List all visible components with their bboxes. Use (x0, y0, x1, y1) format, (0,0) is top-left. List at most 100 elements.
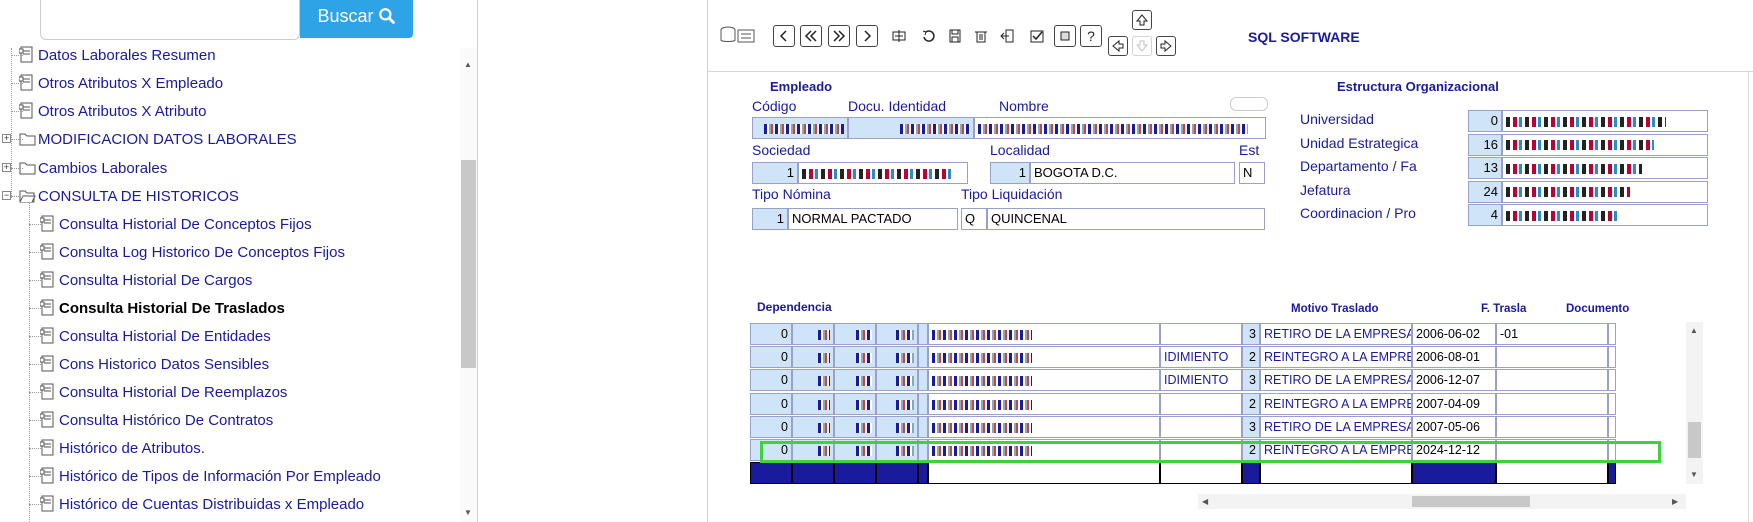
table-cell[interactable]: -01 (1496, 323, 1608, 345)
table-cell[interactable]: 2006-06-02 (1412, 323, 1496, 345)
table-cell[interactable] (876, 393, 918, 415)
table-cell[interactable] (1496, 462, 1608, 484)
est-field[interactable]: N (1239, 162, 1265, 184)
grid-hscroll-thumb[interactable] (1412, 496, 1530, 507)
exit-icon[interactable] (996, 25, 1018, 47)
table-cell[interactable]: 2006-12-07 (1412, 369, 1496, 391)
toggle-field[interactable] (1230, 97, 1268, 111)
tree-item[interactable]: Consulta Historial De Traslados (40, 297, 285, 319)
table-cell[interactable] (792, 439, 834, 461)
table-cell[interactable] (792, 346, 834, 368)
table-cell[interactable] (918, 323, 928, 345)
tree-item[interactable]: Histórico de Atributos. (40, 437, 205, 459)
table-cell[interactable] (876, 462, 918, 484)
table-cell[interactable]: 2 (1242, 346, 1260, 368)
help-icon[interactable]: ? (1080, 25, 1102, 47)
table-cell[interactable] (1242, 462, 1260, 484)
previous-icon[interactable] (773, 25, 795, 47)
table-cell[interactable]: 2024-12-12 (1412, 439, 1496, 461)
nombre-field[interactable] (974, 117, 1266, 139)
tipo-nomina-name-field[interactable]: NORMAL PACTADO (788, 208, 958, 230)
documento-field[interactable] (848, 117, 974, 139)
search-input[interactable] (40, 0, 300, 40)
table-cell[interactable]: REINTEGRO A LA EMPRES. (1260, 439, 1412, 461)
grid-vertical-scrollbar[interactable]: ▲ ▼ (1686, 322, 1703, 484)
table-cell[interactable]: 0 (750, 369, 792, 391)
table-cell[interactable] (1608, 416, 1616, 438)
table-cell[interactable] (1496, 369, 1608, 391)
table-cell[interactable]: IDIMIENTO (1160, 369, 1242, 391)
check-icon[interactable] (1026, 25, 1048, 47)
table-cell[interactable] (792, 323, 834, 345)
table-cell[interactable] (834, 346, 876, 368)
codigo-field[interactable] (752, 117, 848, 139)
expand-icon[interactable]: + (2, 134, 11, 143)
tree-item[interactable]: Consulta Log Historico De Conceptos Fijo… (40, 241, 345, 263)
insert-icon[interactable] (888, 25, 910, 47)
down-icon[interactable] (1132, 36, 1152, 56)
table-cell[interactable] (918, 439, 928, 461)
estructura-name-field[interactable] (1502, 133, 1708, 156)
table-cell[interactable]: 2006-08-01 (1412, 346, 1496, 368)
table-cell[interactable] (834, 323, 876, 345)
table-cell[interactable] (928, 323, 1160, 345)
table-cell[interactable]: 0 (750, 416, 792, 438)
tree-item[interactable]: Consulta Historial De Cargos (40, 269, 252, 291)
table-cell[interactable] (834, 393, 876, 415)
table-cell[interactable] (834, 462, 876, 484)
table-cell[interactable] (918, 369, 928, 391)
table-cell[interactable] (918, 462, 928, 484)
table-cell[interactable]: 2 (1242, 393, 1260, 415)
table-cell[interactable] (928, 393, 1160, 415)
tree-item[interactable]: Consulta Historial De Conceptos Fijos (40, 213, 312, 235)
estructura-code-field[interactable]: 13 (1468, 157, 1502, 179)
table-cell[interactable]: IDIMIENTO (1160, 346, 1242, 368)
table-cell[interactable] (792, 462, 834, 484)
table-cell[interactable] (834, 416, 876, 438)
tipo-liquidacion-name-field[interactable]: QUINCENAL (987, 208, 1265, 230)
tree-item[interactable]: CONSULTA DE HISTORICOS (19, 185, 239, 207)
table-cell[interactable] (1160, 323, 1242, 345)
table-cell[interactable] (876, 439, 918, 461)
table-cell[interactable] (876, 346, 918, 368)
table-cell[interactable] (928, 439, 1160, 461)
table-cell[interactable] (1608, 369, 1616, 391)
table-cell[interactable] (928, 416, 1160, 438)
table-cell[interactable] (750, 462, 792, 484)
estructura-name-field[interactable] (1502, 110, 1708, 132)
tree-item[interactable]: Consulta Historial De Entidades (40, 325, 271, 347)
left-icon[interactable] (1108, 36, 1128, 56)
tree-item[interactable]: MODIFICACION DATOS LABORALES (19, 128, 297, 150)
table-cell[interactable]: 2007-04-09 (1412, 393, 1496, 415)
tree-item[interactable]: Datos Laborales Resumen (19, 44, 216, 66)
table-cell[interactable] (1496, 439, 1608, 461)
last-icon[interactable] (828, 25, 850, 47)
table-cell[interactable]: REINTEGRO A LA EMPRES. (1260, 393, 1412, 415)
up-icon[interactable] (1132, 10, 1152, 30)
save-icon[interactable] (944, 25, 966, 47)
table-cell[interactable]: RETIRO DE LA EMPRESA (1260, 323, 1412, 345)
table-cell[interactable]: REINTEGRO A LA EMPRES. (1260, 346, 1412, 368)
table-cell[interactable] (1160, 416, 1242, 438)
right-icon[interactable] (1156, 36, 1176, 56)
tree-item[interactable]: Otros Atributos X Atributo (19, 100, 206, 122)
sociedad-name-field[interactable] (798, 162, 968, 184)
collapse-icon[interactable]: − (2, 191, 11, 200)
table-cell[interactable] (918, 416, 928, 438)
table-cell[interactable] (928, 346, 1160, 368)
estructura-name-field[interactable] (1502, 157, 1708, 179)
table-cell[interactable] (1608, 393, 1616, 415)
table-cell[interactable] (928, 462, 1160, 484)
undo-icon[interactable] (918, 25, 940, 47)
database-search-icon[interactable] (718, 24, 758, 46)
estructura-code-field[interactable]: 16 (1468, 133, 1502, 156)
table-cell[interactable]: 0 (750, 393, 792, 415)
table-cell[interactable] (1496, 346, 1608, 368)
tree-item[interactable]: Histórico de Tipos de Información Por Em… (40, 465, 381, 487)
expand-icon[interactable]: + (2, 163, 11, 172)
table-cell[interactable]: 3 (1242, 323, 1260, 345)
table-cell[interactable]: 3 (1242, 369, 1260, 391)
tipo-nomina-code-field[interactable]: 1 (752, 208, 788, 230)
tipo-liquidacion-code-field[interactable]: Q (961, 208, 987, 230)
tree-item[interactable]: Cambios Laborales (19, 157, 167, 179)
